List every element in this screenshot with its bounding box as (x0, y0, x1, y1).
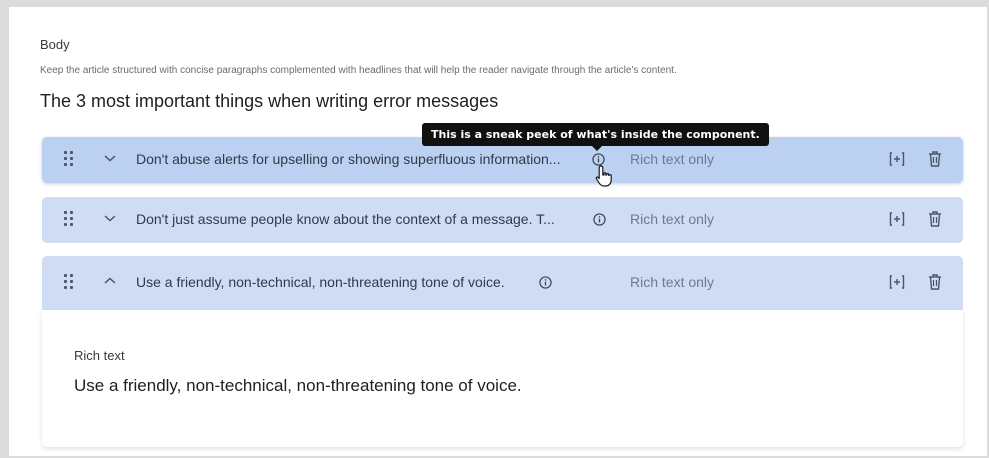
rich-text-editor[interactable]: Use a friendly, non-technical, non-threa… (74, 376, 522, 396)
expanded-component-body: Rich text Use a friendly, non-technical,… (42, 310, 963, 447)
row-type: Rich text only (630, 211, 715, 227)
trash-icon[interactable] (926, 272, 944, 292)
trash-icon[interactable] (926, 209, 944, 229)
duplicate-icon[interactable] (888, 210, 906, 228)
body-field-panel: Body Keep the article structured with co… (9, 7, 987, 456)
drag-handle-icon[interactable] (64, 151, 74, 169)
drag-handle-icon[interactable] (64, 274, 74, 292)
chevron-up-icon[interactable] (102, 273, 118, 289)
body-field-label: Body (40, 37, 70, 52)
component-row-2[interactable]: Don't just assume people know about the … (42, 197, 963, 243)
body-field-title[interactable]: The 3 most important things when writing… (40, 91, 498, 112)
component-row-3[interactable]: Use a friendly, non-technical, non-threa… (42, 256, 963, 310)
row-type: Rich text only (630, 151, 715, 167)
row-title: Don't abuse alerts for upselling or show… (136, 151, 561, 167)
row-title: Don't just assume people know about the … (136, 211, 555, 227)
info-icon[interactable] (593, 213, 606, 226)
duplicate-icon[interactable] (888, 273, 906, 291)
drag-handle-icon[interactable] (64, 211, 74, 229)
body-field-hint: Keep the article structured with concise… (40, 65, 677, 76)
chevron-down-icon[interactable] (102, 210, 118, 226)
row-title: Use a friendly, non-technical, non-threa… (136, 274, 505, 290)
trash-icon[interactable] (926, 149, 944, 169)
pointer-hand-cursor-icon (595, 165, 612, 187)
rich-text-label: Rich text (74, 348, 125, 363)
chevron-down-icon[interactable] (102, 150, 118, 166)
row-type: Rich text only (630, 274, 715, 290)
duplicate-icon[interactable] (888, 150, 906, 168)
sneak-peek-tooltip: This is a sneak peek of what's inside th… (422, 123, 769, 151)
info-icon[interactable] (539, 276, 552, 289)
